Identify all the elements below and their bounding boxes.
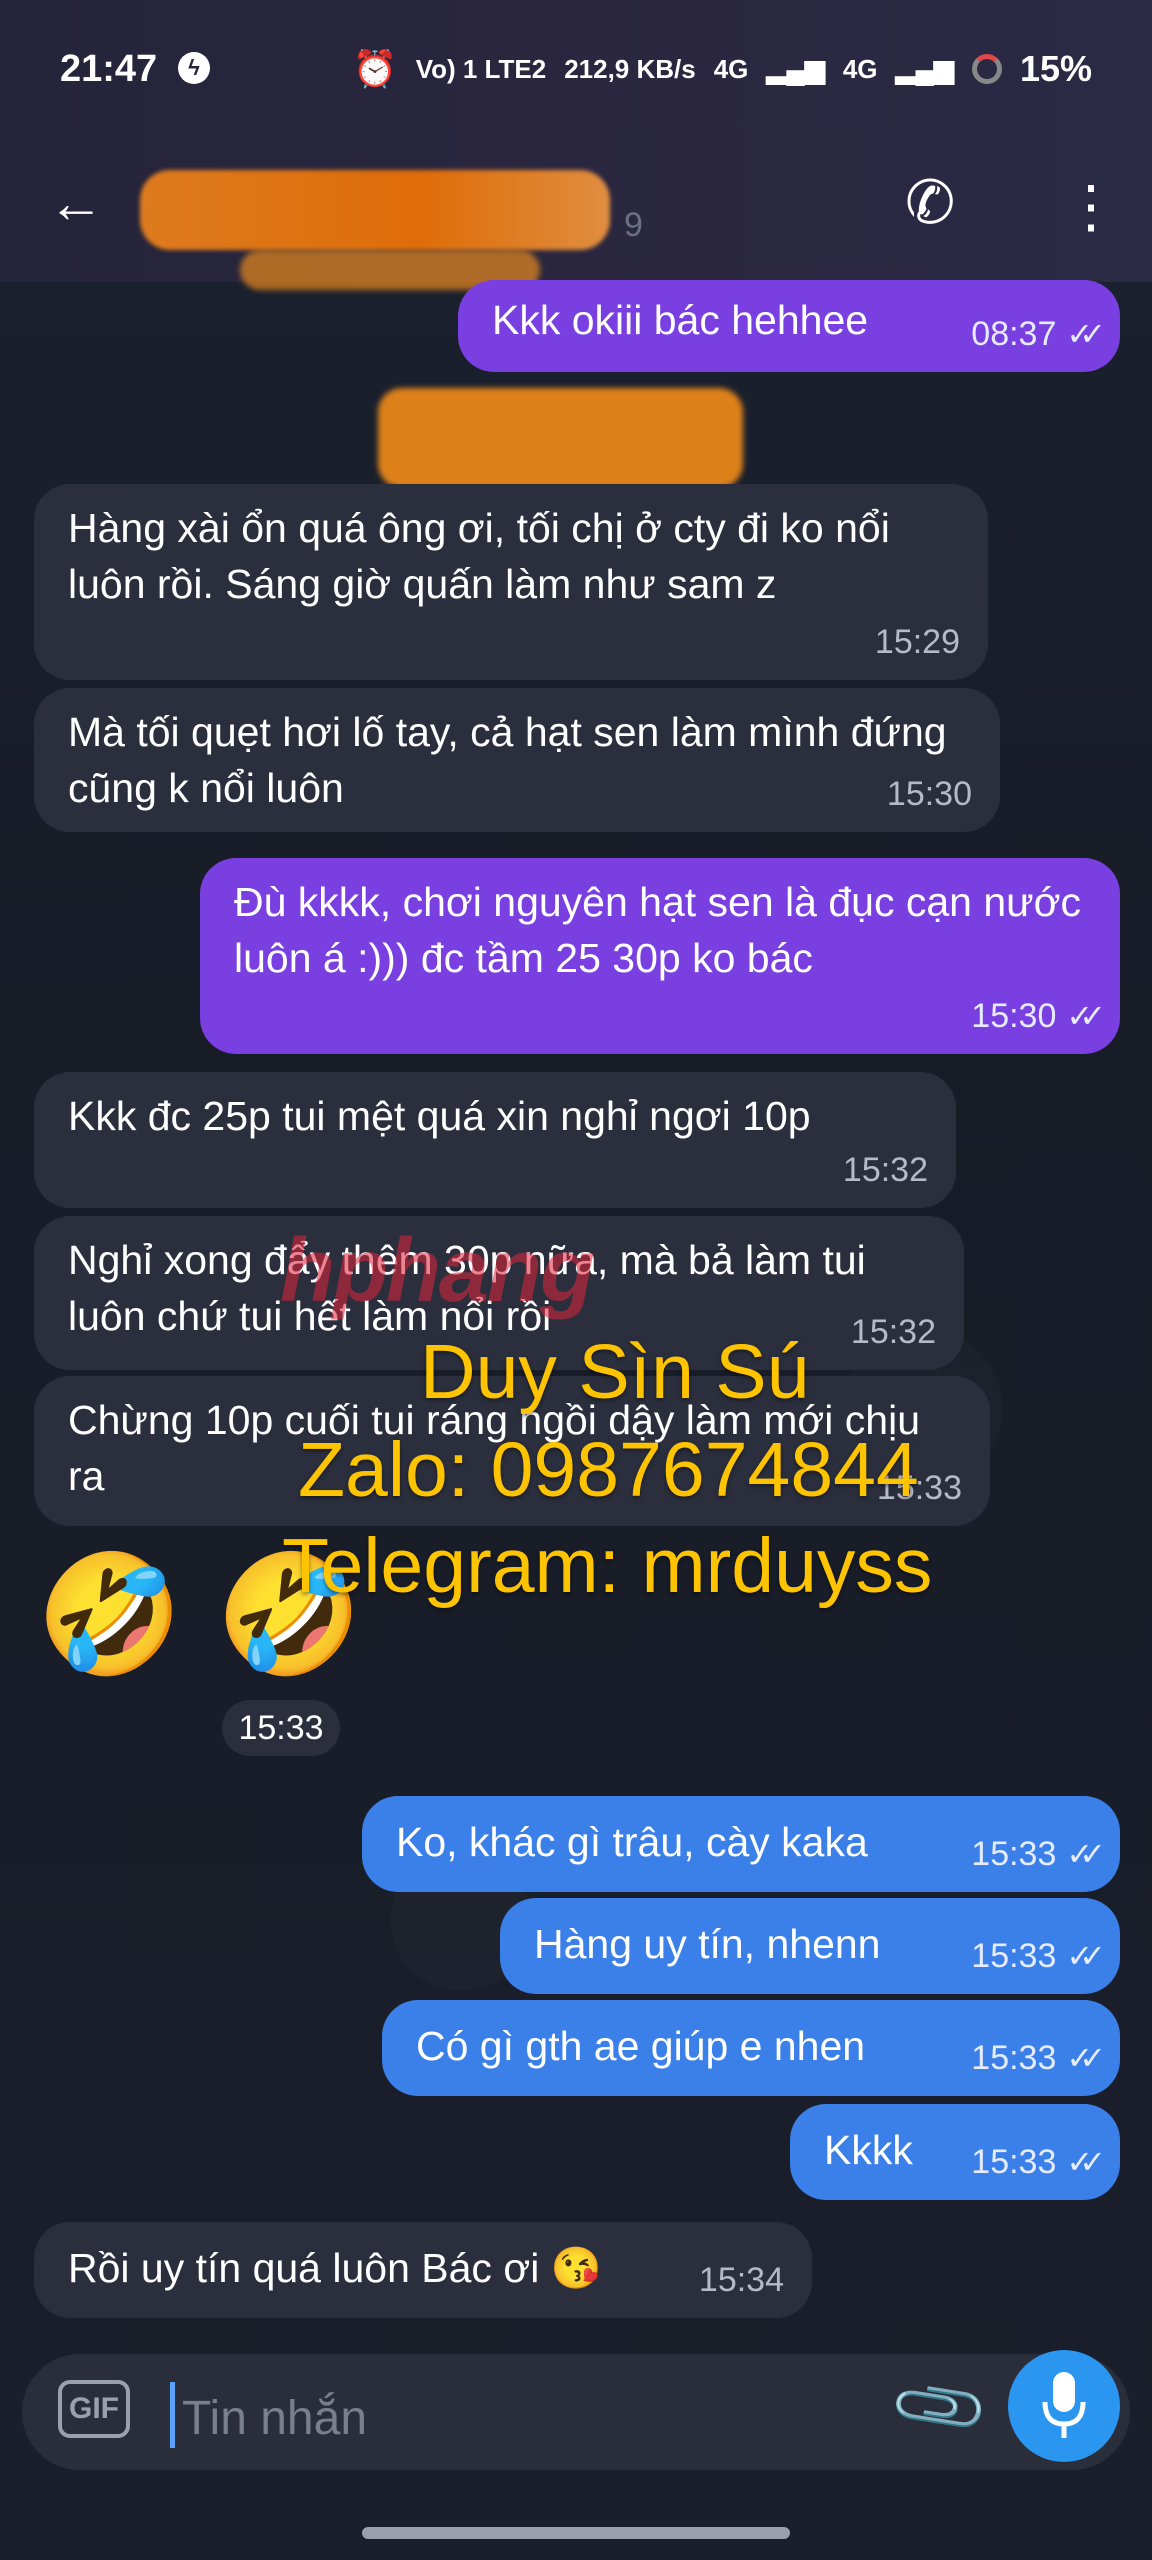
message-meta: 15:30 ✓✓ — [971, 988, 1106, 1044]
message-text: Có gì gth ae giúp e nhen — [416, 2023, 866, 2069]
status-bar: 21:47 ϟ ⏰ Vo) 1 LTE2 212,9 KB/s 4G ▂▄▆ 4… — [60, 40, 1092, 100]
message-meta: 15:33 ✓✓ — [971, 1928, 1106, 1984]
message-text: Mà tối quẹt hơi lố tay, cả hạt sen làm m… — [68, 709, 947, 811]
message-text: Đù kkkk, chơi nguyên hạt sen là đục cạn … — [234, 879, 1081, 981]
double-check-icon: ✓✓ — [1066, 998, 1105, 1034]
message-text: Hàng xài ổn quá ông ơi, tối chị ở cty đi… — [68, 505, 890, 607]
double-check-icon: ✓✓ — [1066, 316, 1105, 352]
message-text: Kkk đc 25p tui mệt quá xin nghỉ ngơi 10p — [68, 1093, 811, 1139]
voice-record-button[interactable] — [1008, 2350, 1120, 2462]
message-time: 08:37 — [971, 315, 1057, 353]
message-time: 15:33 — [971, 2039, 1057, 2077]
message-text: Rồi uy tín quá luôn Bác ơi 😘 — [68, 2245, 602, 2291]
message-time: 15:33 — [971, 1835, 1057, 1873]
signal-4g-1: 4G — [713, 53, 749, 84]
clock: 21:47 — [60, 48, 158, 90]
message-time: 15:29 — [874, 623, 960, 661]
message-time: 15:30 — [886, 775, 972, 813]
watermark-zalo: Zalo: 0987674844 — [298, 1427, 919, 1513]
message-text: Kkk okiii bác hehhee — [492, 297, 869, 343]
message-time: 15:32 — [850, 1313, 936, 1351]
message-meta: 15:32 — [843, 1142, 928, 1198]
message-text: Hàng uy tín, nhenn — [534, 1921, 881, 1967]
message-meta: 15:33 ✓✓ — [971, 2030, 1106, 2086]
message-time: 15:33 — [971, 2143, 1057, 2181]
message-time: 15:34 — [698, 2261, 784, 2299]
double-check-icon: ✓✓ — [1066, 1836, 1105, 1872]
signal-4g-2: 4G — [842, 53, 878, 84]
watermark-logo: hphang — [280, 1221, 595, 1321]
message-meta: 08:37 ✓✓ — [971, 306, 1106, 362]
message-time: 15:33 — [222, 1700, 340, 1756]
message-bubble-outgoing[interactable]: Kkkk 15:33 ✓✓ — [790, 2104, 1120, 2200]
battery-ring-icon — [971, 54, 1002, 84]
message-bubble-outgoing[interactable]: Có gì gth ae giúp e nhen 15:33 ✓✓ — [382, 2000, 1120, 2096]
double-check-icon: ✓✓ — [1066, 2144, 1105, 2180]
contact-name-fragment: 9 — [624, 206, 643, 244]
message-meta: 15:30 — [887, 766, 972, 822]
message-bubble-incoming[interactable]: Kkk đc 25p tui mệt quá xin nghỉ ngơi 10p… — [34, 1072, 956, 1208]
message-bubble-incoming[interactable]: Mà tối quẹt hơi lố tay, cả hạt sen làm m… — [34, 688, 1000, 832]
status-icons: ⏰ Vo) 1 LTE2 212,9 KB/s 4G ▂▄▆ 4G ▂▄▆ 15… — [353, 48, 1092, 90]
microphone-icon — [1042, 2372, 1086, 2440]
message-meta: 15:34 — [699, 2252, 784, 2308]
message-time: 15:32 — [842, 1151, 928, 1189]
volte-label: Vo) 1 LTE2 — [415, 53, 547, 84]
signal-bars-icon: ▂▄▆ — [895, 53, 954, 84]
contact-name-redacted[interactable] — [140, 170, 610, 250]
message-text: Kkkk — [824, 2127, 913, 2173]
messenger-icon: ϟ — [178, 52, 210, 84]
text-cursor — [170, 2382, 175, 2448]
message-meta: 15:33 ✓✓ — [971, 1826, 1106, 1882]
message-time: 15:30 — [971, 997, 1057, 1035]
watermark-telegram: Telegram: mrduyss — [282, 1523, 933, 1609]
message-bubble-outgoing[interactable]: Kkk okiii bác hehhee 08:37 ✓✓ — [458, 280, 1120, 372]
network-speed: 212,9 KB/s — [564, 53, 696, 84]
message-time: 15:33 — [971, 1937, 1057, 1975]
message-meta: 15:32 — [851, 1304, 936, 1360]
message-text: Ko, khác gì trâu, cày kaka — [396, 1819, 868, 1865]
double-check-icon: ✓✓ — [1066, 2040, 1105, 2076]
more-vert-icon[interactable]: ⋮ — [1062, 172, 1120, 240]
message-bubble-outgoing[interactable]: Ko, khác gì trâu, cày kaka 15:33 ✓✓ — [362, 1796, 1120, 1892]
message-input[interactable] — [180, 2384, 824, 2452]
battery-percent: 15% — [1019, 48, 1092, 89]
gif-button[interactable]: GIF — [58, 2380, 130, 2438]
watermark-name: Duy Sìn Sú — [420, 1329, 810, 1415]
message-bubble-outgoing[interactable]: Hàng uy tín, nhenn 15:33 ✓✓ — [500, 1898, 1120, 1994]
alarm-icon: ⏰ — [352, 48, 398, 89]
message-bubble-incoming[interactable]: Hàng xài ổn quá ông ơi, tối chị ở cty đi… — [34, 484, 988, 680]
message-meta: 15:29 — [875, 614, 960, 670]
double-check-icon: ✓✓ — [1066, 1938, 1105, 1974]
phone-icon[interactable]: ✆ — [905, 168, 955, 238]
message-bubble-incoming[interactable]: Rồi uy tín quá luôn Bác ơi 😘 15:34 — [34, 2222, 812, 2318]
signal-bars-icon: ▂▄▆ — [766, 53, 825, 84]
message-meta: 15:33 ✓✓ — [971, 2134, 1106, 2190]
message-bubble-outgoing[interactable]: Đù kkkk, chơi nguyên hạt sen là đục cạn … — [200, 858, 1120, 1054]
home-indicator[interactable] — [362, 2527, 790, 2539]
app-bar: ← 9 ✆ ⋮ — [0, 150, 1152, 290]
back-arrow-icon[interactable]: ← — [48, 170, 104, 235]
date-divider-redacted — [378, 388, 743, 488]
